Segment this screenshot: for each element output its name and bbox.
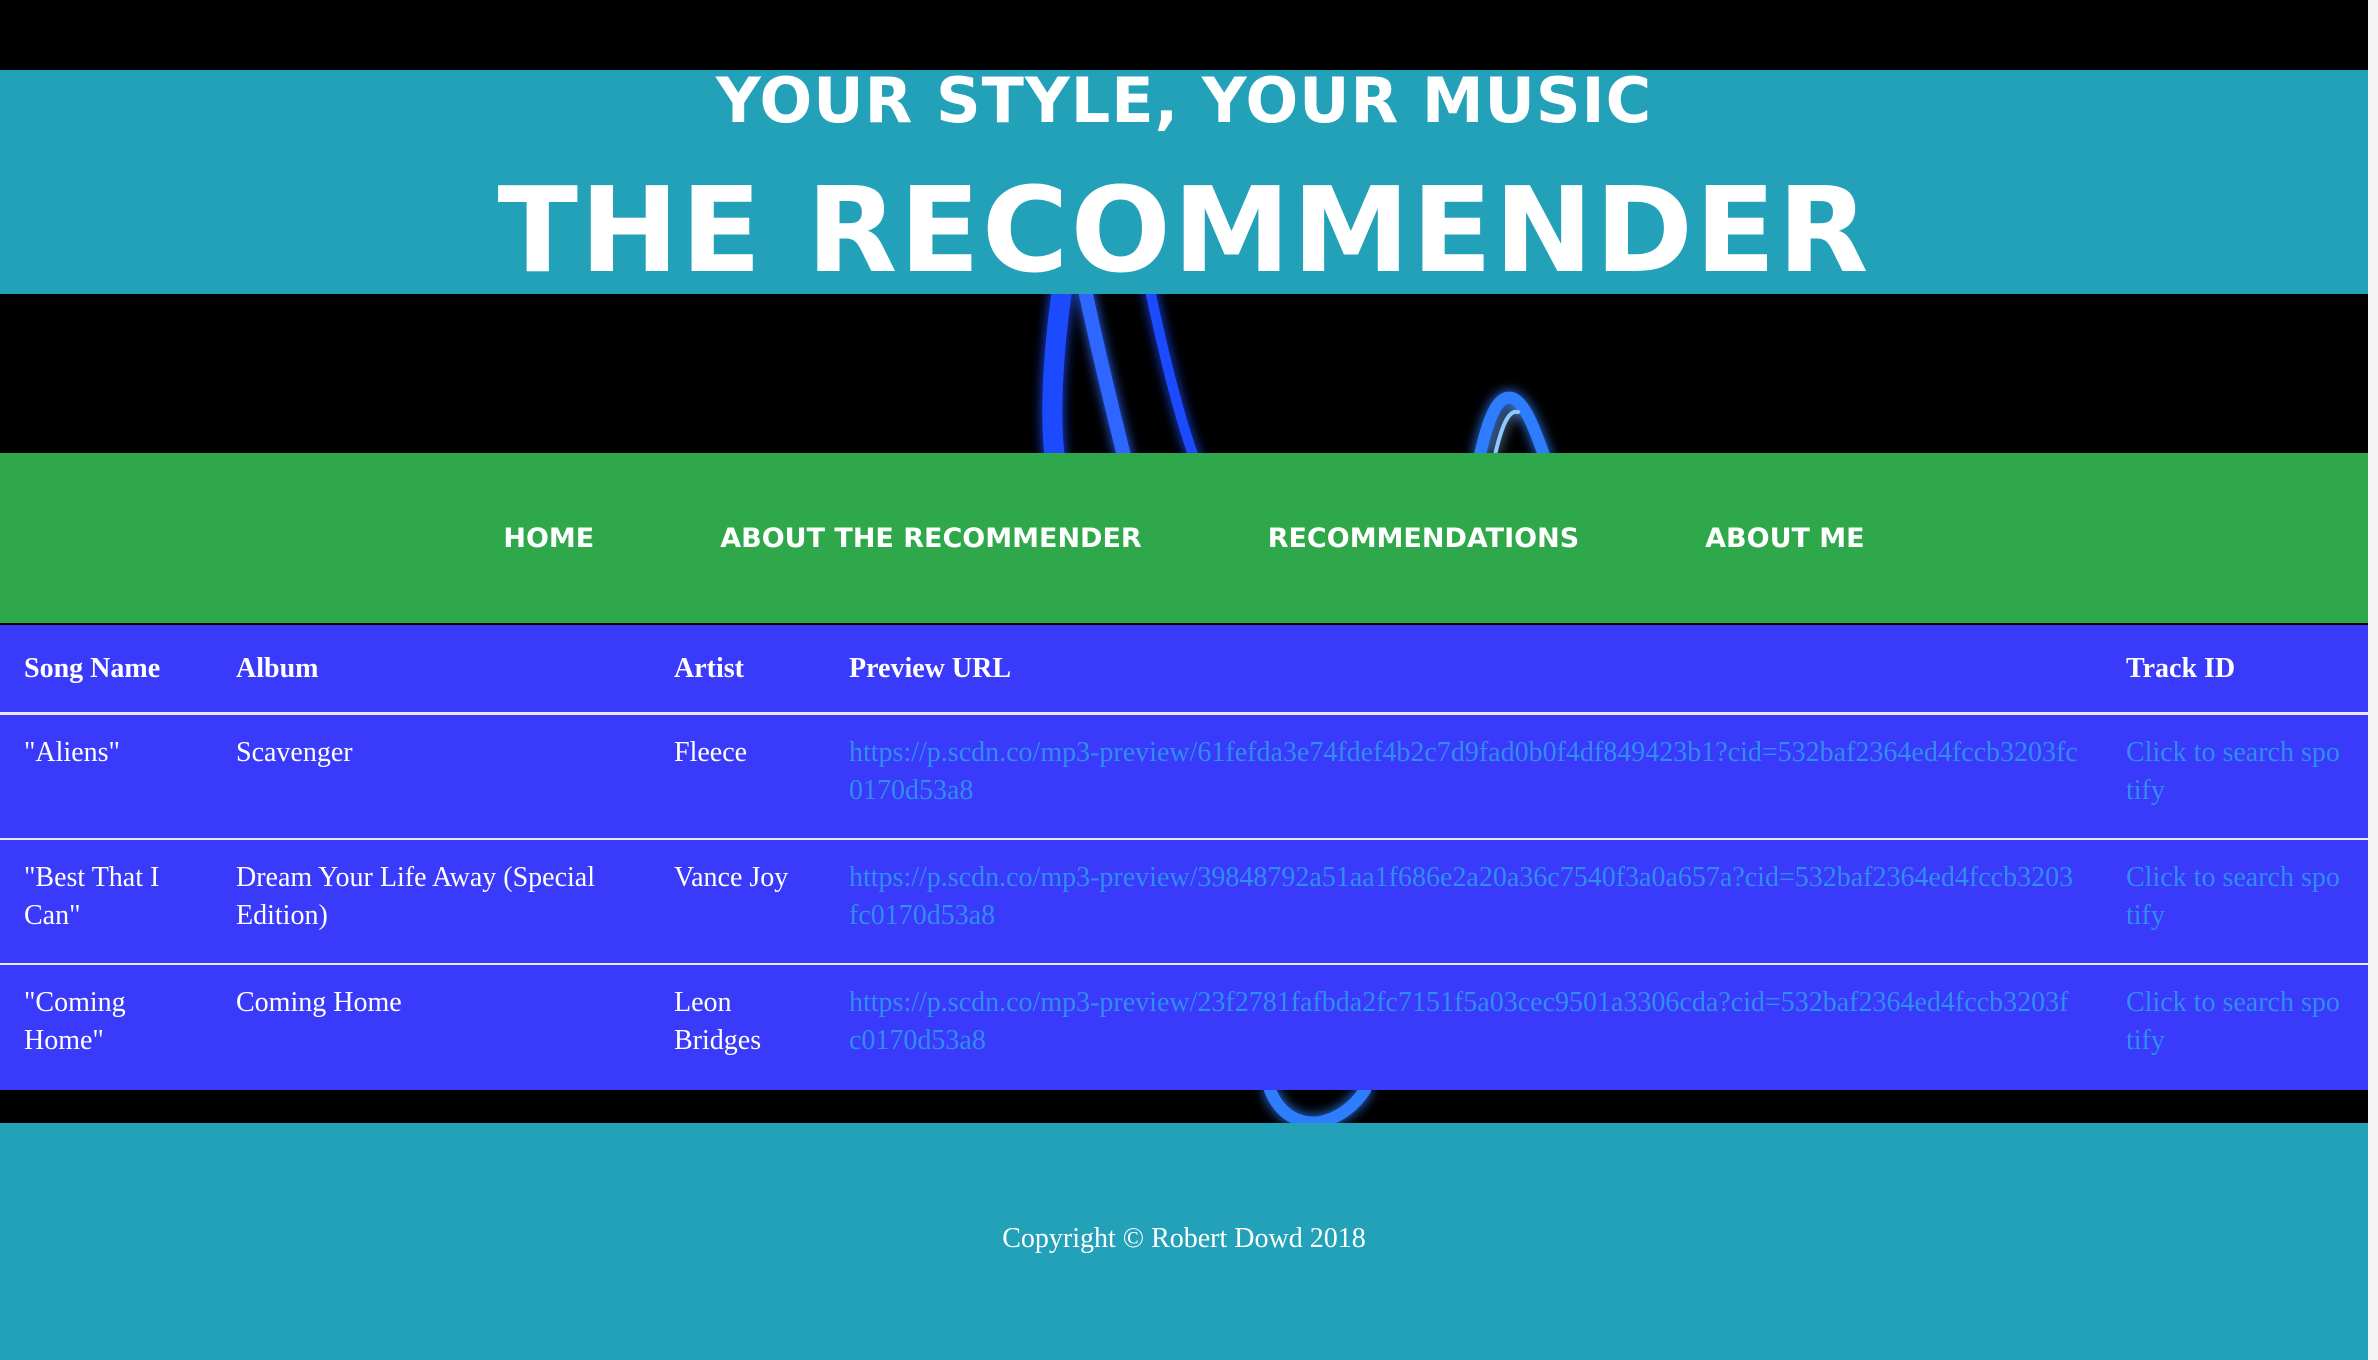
main-nav: HOME ABOUT THE RECOMMENDER RECOMMENDATIO… — [0, 453, 2368, 623]
artist-cell: Vance Joy — [650, 838, 825, 965]
nav-about-the-recommender[interactable]: ABOUT THE RECOMMENDER — [720, 523, 1141, 554]
artist-cell: Fleece — [650, 713, 825, 840]
header-preview-url: Preview URL — [825, 625, 2102, 715]
table-row: "Coming Home" Coming Home Leon Bridges h… — [0, 964, 2368, 1089]
preview-url-link[interactable]: https://p.scdn.co/mp3-preview/39848792a5… — [825, 838, 2102, 965]
preview-url-link[interactable]: https://p.scdn.co/mp3-preview/61fefda3e7… — [825, 713, 2102, 840]
recommendations-table-section: Song Name Album Artist Preview URL Track… — [0, 625, 2368, 1090]
site-header: YOUR STYLE, YOUR MUSIC THE RECOMMENDER — [0, 64, 2368, 299]
site-footer: Copyright © Robert Dowd 2018 — [0, 1123, 2368, 1360]
song-name-cell: "Best That I Can" — [0, 838, 212, 965]
site-tagline: YOUR STYLE, YOUR MUSIC — [715, 64, 1653, 137]
recommendations-table: Song Name Album Artist Preview URL Track… — [0, 625, 2368, 1089]
nav-about-me[interactable]: ABOUT ME — [1705, 523, 1864, 554]
table-row: "Aliens" Scavenger Fleece https://p.scdn… — [0, 713, 2368, 840]
album-cell: Scavenger — [212, 713, 650, 840]
header-artist: Artist — [650, 625, 825, 715]
preview-url-link[interactable]: https://p.scdn.co/mp3-preview/23f2781faf… — [825, 964, 2102, 1089]
header-song-name: Song Name — [0, 625, 212, 715]
artist-cell: Leon Bridges — [674, 986, 762, 1056]
site-title: THE RECOMMENDER — [497, 161, 1871, 299]
nav-home[interactable]: HOME — [503, 523, 594, 554]
header-track-id: Track ID — [2102, 625, 2368, 715]
spotify-search-link[interactable]: Click to search spotify — [2102, 964, 2368, 1089]
table-row: "Best That I Can" Dream Your Life Away (… — [0, 838, 2368, 965]
song-name-cell: "Coming Home" — [24, 986, 126, 1056]
header-album: Album — [212, 625, 650, 715]
nav-recommendations[interactable]: RECOMMENDATIONS — [1268, 523, 1579, 554]
copyright-text: Copyright © Robert Dowd 2018 — [1002, 1223, 1366, 1254]
song-name-cell: "Aliens" — [0, 713, 212, 840]
spotify-search-link[interactable]: Click to search spotify — [2102, 713, 2368, 840]
page-edge — [2368, 0, 2378, 1360]
album-cell: Dream Your Life Away (Special Edition) — [212, 838, 650, 965]
spotify-search-link[interactable]: Click to search spotify — [2102, 838, 2368, 965]
table-header-row: Song Name Album Artist Preview URL Track… — [0, 625, 2368, 715]
album-cell: Coming Home — [236, 986, 402, 1018]
